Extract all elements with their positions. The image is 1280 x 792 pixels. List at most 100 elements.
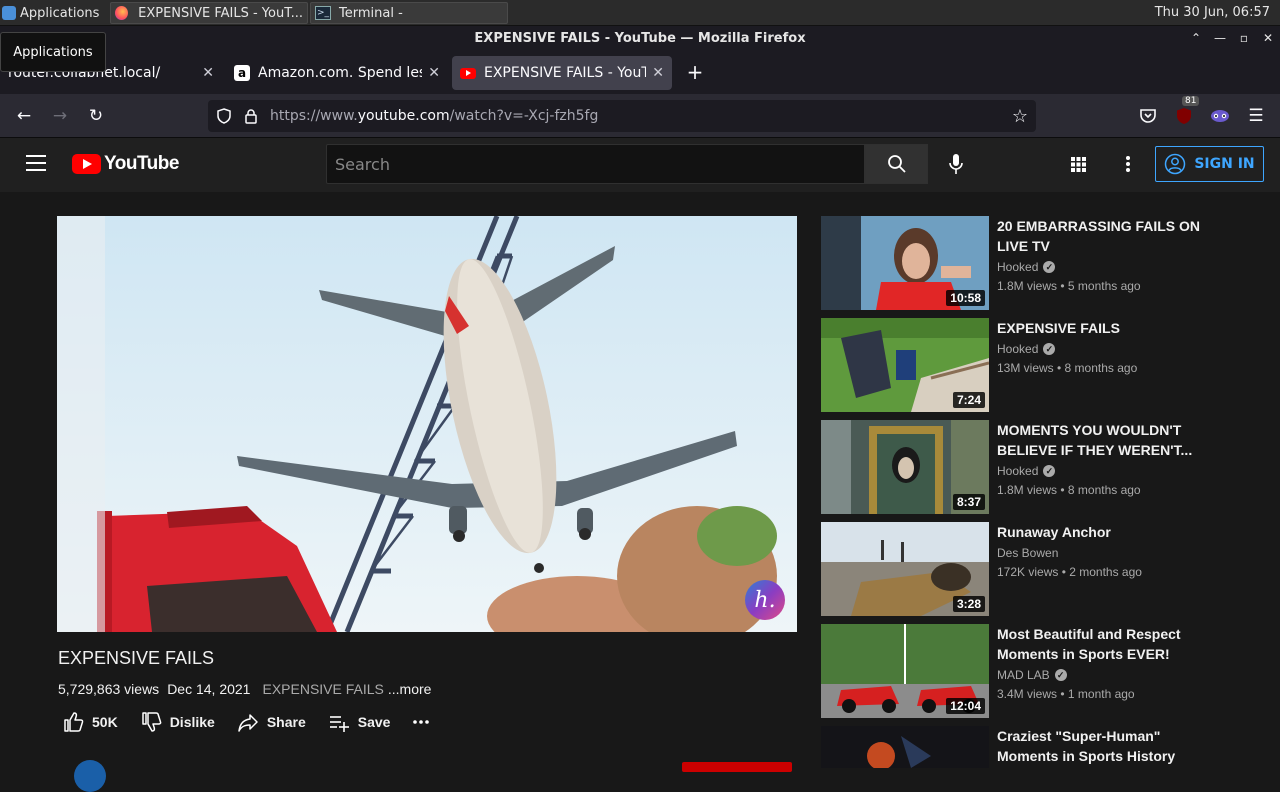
recommendation-stats: 13M views • 8 months ago (997, 361, 1138, 375)
browser-tab-strip: router.collabnet.local/ ✕ a Amazon.com. … (0, 50, 1280, 94)
address-bar[interactable]: https://www.youtube.com/watch?v=-Xcj-fzh… (208, 100, 1036, 132)
reload-icon[interactable]: ↻ (84, 104, 108, 128)
subscribe-button[interactable] (682, 762, 792, 772)
tab-label: EXPENSIVE FAILS - YouTube (484, 65, 647, 81)
save-button[interactable]: Save (328, 711, 390, 733)
tab-close-icon[interactable]: ✕ (652, 65, 664, 81)
verified-check-icon: ✓ (1043, 261, 1056, 273)
recommendation-info: MOMENTS YOU WOULDN'T BELIEVE IF THEY WER… (997, 420, 1207, 497)
tab-label: Amazon.com. Spend less (258, 65, 423, 81)
grid-apps-icon (1071, 157, 1086, 172)
video-player[interactable]: h. (57, 216, 797, 632)
minimize-icon[interactable]: — (1214, 31, 1226, 45)
recommendation-channel[interactable]: Hooked ✓ (997, 260, 1207, 274)
video-thumbnail[interactable]: 7:24 (821, 318, 989, 412)
recommendation-item[interactable]: Craziest "Super-Human" Moments in Sports… (821, 726, 1261, 768)
applications-menu-button[interactable]: Applications (2, 2, 106, 24)
tab-close-icon[interactable]: ✕ (202, 65, 214, 81)
youtube-logo[interactable]: YouTube (72, 153, 179, 175)
upload-date: Dec 14, 2021 (167, 681, 251, 697)
recommendation-title[interactable]: 20 EMBARRASSING FAILS ON LIVE TV (997, 216, 1207, 256)
ublock-extension-icon[interactable]: 81 (1172, 96, 1200, 128)
browser-tab-youtube[interactable]: EXPENSIVE FAILS - YouTube ✕ (452, 56, 672, 90)
recommendation-info: Most Beautiful and Respect Moments in Sp… (997, 624, 1207, 701)
thumbnail-image (821, 726, 989, 768)
recommendation-title[interactable]: Most Beautiful and Respect Moments in Sp… (997, 624, 1207, 664)
channel-avatar[interactable] (74, 760, 106, 792)
forward-arrow-icon[interactable]: → (48, 104, 72, 128)
video-thumbnail[interactable]: 3:28 (821, 522, 989, 616)
video-actions: 50K Dislike Share Save (62, 708, 452, 736)
recommendation-channel[interactable]: MAD LAB ✓ (997, 668, 1207, 682)
guide-menu-icon[interactable] (26, 155, 46, 171)
recommendation-item[interactable]: 8:37 MOMENTS YOU WOULDN'T BELIEVE IF THE… (821, 420, 1261, 514)
youtube-apps-button[interactable] (1066, 152, 1090, 176)
like-count: 50K (92, 714, 118, 730)
recommendation-item[interactable]: 12:04 Most Beautiful and Respect Moments… (821, 624, 1261, 718)
show-more-link[interactable]: ...more (388, 681, 432, 697)
browser-tab-amazon[interactable]: a Amazon.com. Spend less ✕ (226, 56, 448, 90)
channel-watermark-icon[interactable]: h. (745, 580, 785, 620)
video-frame (57, 216, 797, 632)
recommendation-stats: 1.8M views • 8 months ago (997, 483, 1141, 497)
channel-name: Hooked (997, 464, 1039, 478)
dislike-button[interactable]: Dislike (140, 711, 215, 733)
recommendation-title[interactable]: EXPENSIVE FAILS (997, 318, 1207, 338)
more-actions-button[interactable] (412, 719, 430, 725)
description-tag: EXPENSIVE FAILS (262, 681, 384, 697)
recommendation-info: Craziest "Super-Human" Moments in Sports… (997, 726, 1207, 766)
recommendation-item[interactable]: 7:24 EXPENSIVE FAILS Hooked ✓ 13M views •… (821, 318, 1261, 412)
video-thumbnail[interactable]: 8:37 (821, 420, 989, 514)
recommendation-title[interactable]: Runaway Anchor (997, 522, 1207, 542)
back-arrow-icon[interactable]: ← (12, 104, 36, 128)
new-tab-button[interactable]: + (684, 62, 706, 84)
video-duration: 10:58 (946, 290, 985, 306)
window-title: EXPENSIVE FAILS - YouTube — Mozilla Fire… (474, 30, 806, 46)
channel-name: MAD LAB (997, 668, 1050, 682)
recommendation-channel[interactable]: Hooked ✓ (997, 464, 1207, 478)
tracking-protection-shield-icon[interactable] (216, 108, 232, 124)
lock-icon[interactable] (244, 108, 258, 124)
collapse-icon[interactable]: ⌃ (1190, 31, 1202, 45)
pocket-icon[interactable] (1136, 104, 1160, 128)
taskbar-clock[interactable]: Thu 30 Jun, 06:57 (1155, 5, 1270, 20)
video-thumbnail[interactable]: 12:04 (821, 624, 989, 718)
sign-in-button[interactable]: SIGN IN (1155, 146, 1264, 182)
youtube-favicon-icon (460, 67, 476, 79)
os-taskbar: Applications EXPENSIVE FAILS - YouT... >… (0, 0, 1280, 26)
voice-search-button[interactable] (940, 148, 972, 180)
taskbar-task-terminal[interactable]: >_ Terminal - (310, 2, 508, 24)
search-icon (887, 155, 906, 173)
dislike-label: Dislike (169, 714, 215, 730)
amazon-favicon-icon: a (234, 65, 250, 81)
youtube-masthead: YouTube Search SIGN IN (0, 138, 1280, 192)
like-button[interactable]: 50K (62, 711, 118, 733)
settings-more-button[interactable] (1116, 152, 1140, 176)
recommendation-title[interactable]: Craziest "Super-Human" Moments in Sports… (997, 726, 1207, 766)
tab-close-icon[interactable]: ✕ (428, 65, 440, 81)
bookmark-star-icon[interactable]: ☆ (1012, 106, 1028, 127)
channel-name: Hooked (997, 260, 1039, 274)
recommendation-item[interactable]: 3:28 Runaway Anchor Des Bowen 172K views… (821, 522, 1261, 616)
video-title: EXPENSIVE FAILS (58, 648, 215, 668)
share-button[interactable]: Share (237, 711, 306, 733)
browser-menu-icon[interactable]: ☰ (1244, 104, 1268, 128)
browser-navbar: ← → ↻ https://www.youtube.com/watch?v=-X… (0, 94, 1280, 138)
recommendation-channel[interactable]: Hooked ✓ (997, 342, 1207, 356)
recommendation-info: Runaway Anchor Des Bowen 172K views • 2 … (997, 522, 1207, 579)
private-mask-icon[interactable] (1208, 104, 1232, 128)
maximize-icon[interactable]: ▫ (1238, 31, 1250, 45)
recommendation-title[interactable]: MOMENTS YOU WOULDN'T BELIEVE IF THEY WER… (997, 420, 1207, 460)
taskbar-task-firefox[interactable]: EXPENSIVE FAILS - YouT... (110, 2, 308, 24)
vertical-dots-icon (1126, 156, 1130, 172)
video-thumbnail[interactable] (821, 726, 989, 768)
recommendation-stats: 3.4M views • 1 month ago (997, 687, 1135, 701)
youtube-logo-text: YouTube (104, 153, 179, 174)
search-button[interactable] (865, 144, 928, 184)
recommendation-item[interactable]: 10:58 20 EMBARRASSING FAILS ON LIVE TV H… (821, 216, 1261, 310)
video-thumbnail[interactable]: 10:58 (821, 216, 989, 310)
url-path: /watch?v=-Xcj-fzh5fg (449, 108, 599, 124)
close-icon[interactable]: ✕ (1262, 31, 1274, 45)
search-input[interactable]: Search (326, 144, 865, 184)
recommendation-channel[interactable]: Des Bowen (997, 546, 1207, 560)
